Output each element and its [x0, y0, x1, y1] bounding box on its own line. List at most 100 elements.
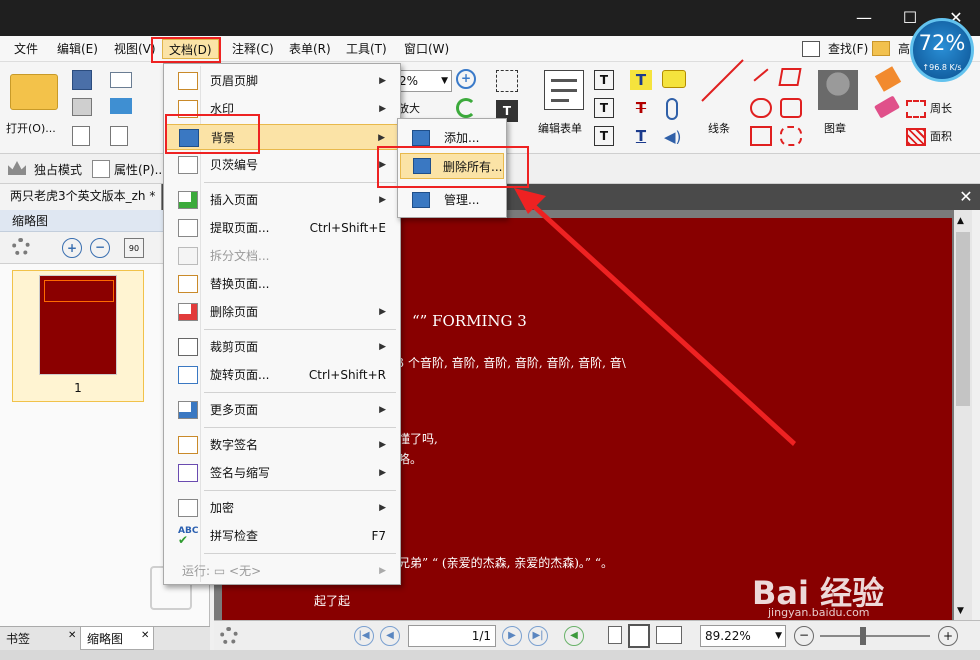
note-icon[interactable]	[662, 70, 686, 88]
status-zoom-select[interactable]: 89.22% ▼	[700, 625, 786, 647]
first-page-icon[interactable]: |◀	[354, 626, 374, 646]
sound-icon[interactable]: ◀)	[664, 128, 686, 146]
pencil-icon[interactable]	[874, 66, 902, 92]
perimeter-label[interactable]: 周长	[930, 100, 952, 116]
facing-page-icon[interactable]	[656, 626, 682, 644]
menu-item-digital-signature[interactable]: 数字签名 ▶	[164, 432, 400, 458]
close-bookmarks-icon[interactable]: ✕	[68, 630, 76, 641]
new-document-icon[interactable]	[110, 126, 128, 146]
underline-icon[interactable]: T	[630, 126, 652, 146]
menu-item-encrypt[interactable]: 加密 ▶	[164, 495, 400, 521]
menu-comment[interactable]: 注释(C)	[226, 39, 280, 59]
zoom-slider-thumb[interactable]	[860, 627, 866, 645]
menu-item-split-document[interactable]: 拆分文档...	[164, 243, 400, 269]
rotate-90-icon[interactable]: 90	[124, 238, 144, 258]
arrow-icon[interactable]	[753, 68, 769, 82]
rectangle-icon[interactable]	[750, 126, 772, 146]
menu-form[interactable]: 表单(R)	[283, 39, 337, 59]
vertical-scrollbar[interactable]: ▲ ▼	[954, 210, 972, 620]
area-label[interactable]: 面积	[930, 128, 952, 144]
polygon-icon[interactable]	[778, 68, 802, 86]
text-box-icon[interactable]: T	[594, 70, 614, 90]
continuous-page-icon[interactable]	[628, 624, 650, 648]
ellipse-icon[interactable]	[750, 98, 772, 118]
menu-item-delete-pages[interactable]: 删除页面 ▶	[164, 299, 400, 325]
settings-gear-icon[interactable]	[12, 238, 30, 256]
close-tab-icon[interactable]: ✕	[956, 186, 976, 208]
page-number-input[interactable]: 1/1	[408, 625, 496, 647]
zoom-select[interactable]: 2% ▼	[396, 70, 452, 92]
select-area-icon[interactable]	[496, 70, 518, 92]
open-button-label[interactable]: 打开(O)...	[6, 120, 56, 136]
next-page-icon[interactable]: ▶	[502, 626, 522, 646]
menu-window[interactable]: 窗口(W)	[398, 39, 455, 59]
menu-item-insert-pages[interactable]: 插入页面 ▶	[164, 187, 400, 213]
properties-icon	[92, 160, 110, 178]
perimeter-icon[interactable]	[906, 100, 926, 118]
page-thumbnail[interactable]: 1	[12, 270, 144, 402]
zoom-in-status-icon[interactable]: +	[938, 626, 958, 646]
strikeout-icon[interactable]: T	[630, 98, 652, 118]
scroll-down-icon[interactable]: ▼	[957, 606, 964, 616]
print-icon[interactable]	[72, 98, 92, 116]
scroll-up-icon[interactable]: ▲	[957, 216, 964, 226]
menu-edit[interactable]: 编辑(E)	[51, 39, 104, 59]
zoom-slider[interactable]	[820, 635, 930, 637]
document-icon[interactable]	[72, 126, 90, 146]
line-tool-icon[interactable]	[701, 59, 744, 102]
exclusive-mode-button[interactable]: 独占模式	[34, 161, 82, 178]
single-page-icon[interactable]	[608, 626, 622, 644]
previous-page-icon[interactable]: ◀	[380, 626, 400, 646]
line-tool-label[interactable]: 线条	[708, 120, 730, 136]
edit-form-label[interactable]: 编辑表单	[538, 120, 582, 136]
text-box-icon[interactable]: T	[594, 98, 614, 118]
last-page-icon[interactable]: ▶|	[528, 626, 548, 646]
properties-button[interactable]: 属性(P)...	[114, 161, 166, 178]
zoom-in-label[interactable]: 放大	[398, 100, 420, 116]
minimize-button[interactable]: —	[850, 6, 878, 30]
maximize-icon: ☐	[902, 8, 918, 27]
menu-item-header-footer[interactable]: 页眉页脚 ▶	[164, 68, 400, 94]
close-thumbnails-icon[interactable]: ✕	[141, 630, 149, 641]
menu-item-run[interactable]: 运行: ▭ <无> ▶	[164, 558, 400, 584]
area-icon[interactable]	[906, 128, 926, 146]
pentagon-icon[interactable]	[780, 98, 802, 118]
find-button[interactable]: 查找(F)	[822, 39, 874, 59]
stamp-icon[interactable]	[818, 70, 858, 110]
menu-item-spell-check[interactable]: ABC ✔ 拼写检查 F7	[164, 523, 400, 549]
submenu-item-manage[interactable]: 管理...	[404, 187, 500, 213]
zoom-in-thumb-icon[interactable]: +	[62, 238, 82, 258]
zoom-out-thumb-icon[interactable]: −	[90, 238, 110, 258]
menu-item-sign-initials[interactable]: 签名与缩写 ▶	[164, 460, 400, 486]
status-gear-icon[interactable]	[220, 627, 238, 645]
typewriter-icon[interactable]: T	[630, 70, 652, 90]
stamp-label[interactable]: 图章	[824, 120, 846, 136]
cloud-icon[interactable]	[780, 126, 802, 146]
title-bar: — ☐ ✕	[0, 0, 980, 36]
bookmarks-tab[interactable]: 书签	[6, 630, 30, 647]
open-folder-icon[interactable]	[10, 74, 58, 110]
menu-item-more-pages[interactable]: 更多页面 ▶	[164, 397, 400, 423]
back-icon[interactable]: ◀	[564, 626, 584, 646]
text-box-icon[interactable]: T	[594, 126, 614, 146]
attachment-icon[interactable]	[666, 98, 678, 120]
rotate-icon[interactable]	[456, 98, 476, 118]
menu-file[interactable]: 文件	[8, 39, 44, 59]
thumbnails-tab-bg[interactable]: 缩略图 ✕	[80, 627, 154, 650]
document-tab[interactable]: 两只老虎3个英文版本_zh *	[0, 184, 162, 210]
scan-icon[interactable]	[110, 98, 132, 114]
menu-item-rotate-pages[interactable]: 旋转页面... Ctrl+Shift+R	[164, 362, 400, 388]
zoom-out-status-icon[interactable]: −	[794, 626, 814, 646]
menu-tools[interactable]: 工具(T)	[340, 39, 393, 59]
menu-item-extract-pages[interactable]: 提取页面... Ctrl+Shift+E	[164, 215, 400, 241]
zoom-in-icon[interactable]: +	[456, 69, 476, 89]
network-speed-widget[interactable]: 72% ↑96.8 K/s	[910, 18, 974, 82]
menu-item-bates-numbering[interactable]: 贝茨编号 ▶	[164, 152, 400, 178]
edit-form-icon[interactable]	[544, 70, 584, 110]
save-icon[interactable]	[72, 70, 92, 90]
eraser-icon[interactable]	[873, 95, 901, 119]
email-icon[interactable]	[110, 72, 132, 88]
menu-item-crop-pages[interactable]: 裁剪页面 ▶	[164, 334, 400, 360]
scroll-thumb[interactable]	[956, 232, 970, 406]
menu-item-replace-pages[interactable]: 替换页面...	[164, 271, 400, 297]
